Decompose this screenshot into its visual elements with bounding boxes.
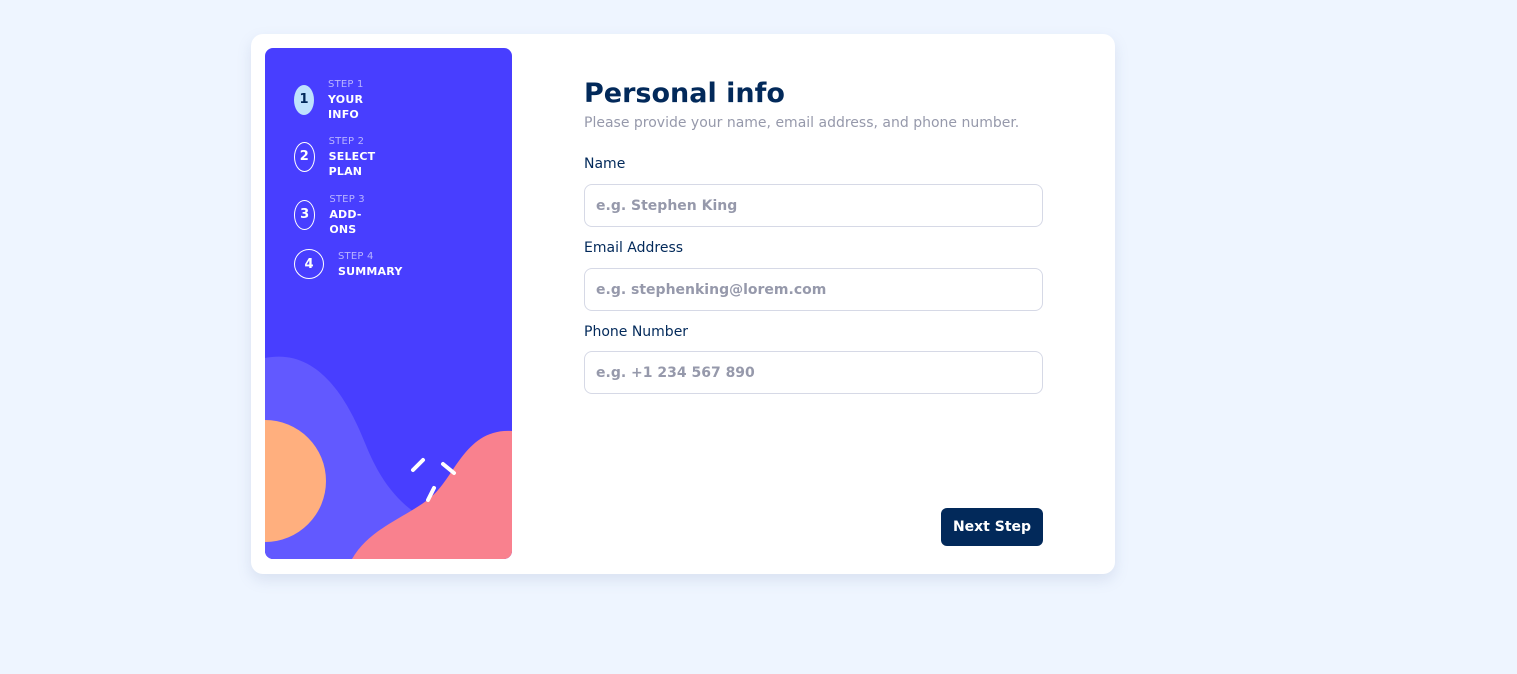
- step-add-ons[interactable]: 3 STEP 3 ADD-ONS: [294, 192, 370, 237]
- step-number: 3: [294, 199, 316, 230]
- step-number: 4: [294, 249, 324, 279]
- step-number: 2: [294, 141, 315, 172]
- name-label: Name: [584, 156, 626, 172]
- step-your-info[interactable]: 1 STEP 1 YOUR INFO: [294, 77, 373, 122]
- step-title: ADD-ONS: [329, 208, 362, 236]
- step-summary[interactable]: 4 STEP 4 SUMMARY: [294, 249, 403, 279]
- step-title: SUMMARY: [338, 265, 403, 278]
- step-title: SELECT PLAN: [328, 150, 376, 178]
- step-number: 1: [294, 84, 315, 115]
- form-main: Personal info Please provide your name, …: [584, 34, 1044, 574]
- email-input[interactable]: [584, 268, 1043, 311]
- form-card: 1 STEP 1 YOUR INFO 2 STEP 2 SELECT PLAN …: [251, 34, 1115, 574]
- step-caption: STEP 3: [329, 194, 365, 205]
- page-subtitle: Please provide your name, email address,…: [584, 115, 1020, 131]
- email-label: Email Address: [584, 240, 684, 256]
- step-select-plan[interactable]: 2 STEP 2 SELECT PLAN: [294, 134, 385, 179]
- phone-label: Phone Number: [584, 324, 689, 340]
- step-caption: STEP 2: [328, 136, 365, 147]
- next-step-button[interactable]: Next Step: [941, 508, 1043, 546]
- step-title: YOUR INFO: [328, 93, 364, 121]
- sidebar-decoration: [265, 356, 512, 559]
- step-sidebar: 1 STEP 1 YOUR INFO 2 STEP 2 SELECT PLAN …: [265, 48, 512, 559]
- page-title: Personal info: [584, 78, 785, 109]
- step-caption: STEP 1: [328, 79, 364, 90]
- name-input[interactable]: [584, 184, 1043, 227]
- step-caption: STEP 4: [338, 251, 374, 262]
- phone-input[interactable]: [584, 351, 1043, 394]
